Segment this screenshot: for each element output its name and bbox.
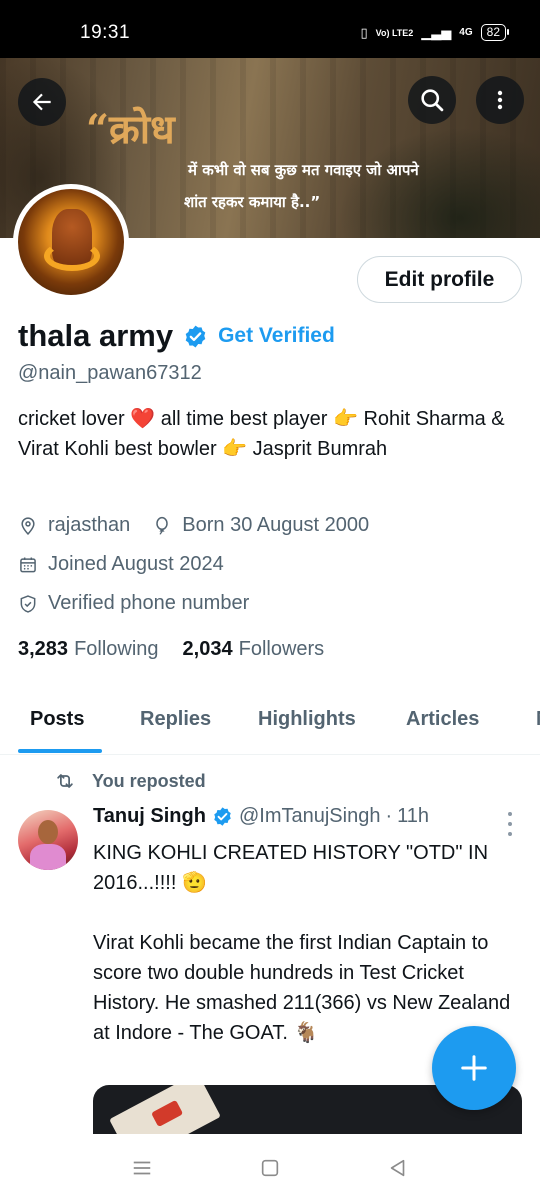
tab-media[interactable]: M — [536, 708, 540, 731]
tab-highlights[interactable]: Highlights — [258, 708, 356, 731]
post-author-avatar[interactable] — [18, 810, 78, 870]
following-count: 3,283 — [18, 638, 69, 660]
avatar-garland — [44, 241, 100, 271]
meta-row-1: rajasthan Born 30 August 2000 — [18, 514, 391, 537]
balloon-icon — [156, 516, 169, 534]
search-icon — [421, 89, 444, 112]
joined-item: Joined August 2024 — [18, 553, 224, 576]
network-type-label: 4G — [459, 27, 473, 38]
tab-replies[interactable]: Replies — [140, 708, 211, 731]
search-button[interactable] — [408, 76, 456, 124]
status-time: 19:31 — [80, 22, 131, 43]
more-options-button[interactable] — [476, 76, 524, 124]
meta-row-2: Joined August 2024 — [18, 553, 246, 576]
profile-tabs: Posts Replies Highlights Articles M — [0, 690, 540, 755]
follow-stats: 3,283 Following 2,034 Followers — [18, 638, 348, 661]
birthday-item: Born 30 August 2000 — [152, 514, 369, 537]
followers-link[interactable]: 2,034 Followers — [183, 638, 325, 661]
followers-count: 2,034 — [182, 638, 233, 660]
square-icon — [261, 1159, 279, 1177]
display-name: thala army — [18, 318, 174, 353]
calendar-icon — [20, 557, 36, 572]
tab-posts[interactable]: Posts — [30, 708, 84, 731]
triangle-back-icon — [390, 1159, 405, 1177]
avatar-face — [38, 820, 58, 844]
location-item: rajasthan — [18, 514, 130, 537]
banner-quote-line-2: शांत रहकर कमाया है..” — [184, 193, 321, 211]
following-link[interactable]: 3,283 Following — [18, 638, 159, 661]
name-row: thala army Get Verified — [18, 316, 335, 356]
verified-badge-icon — [185, 325, 206, 347]
post-author-handle[interactable]: @ImTanujSingh — [239, 805, 380, 828]
post-text: KING KOHLI CREATED HISTORY "OTD" IN 2016… — [93, 842, 511, 1044]
back-button[interactable] — [18, 78, 66, 126]
system-nav-bar — [0, 1134, 540, 1200]
following-label: Following — [74, 638, 159, 660]
profile-handle: @nain_pawan67312 — [18, 362, 202, 384]
verified-badge-icon — [214, 807, 231, 826]
location-pin-icon — [21, 516, 35, 535]
status-bar: 19:31 ▯ Vo) LTE2 ▁▃▅ 4G 82 — [0, 0, 540, 58]
signal-bars-icon: ▁▃▅ — [421, 24, 452, 40]
verified-phone-text: Verified phone number — [48, 592, 250, 614]
active-tab-indicator — [18, 749, 102, 753]
vibrate-icon: ▯ — [360, 24, 368, 40]
post-more-icon[interactable] — [500, 812, 520, 836]
banner-quote-line-1: में कभी वो सब कुछ मत गवाइए जो आपने — [188, 161, 419, 179]
back-nav-button[interactable] — [384, 1154, 412, 1182]
repost-label: You reposted — [92, 770, 206, 791]
status-icons: ▯ Vo) LTE2 ▁▃▅ 4G 82 — [360, 24, 510, 41]
post-author-name[interactable]: Tanuj Singh — [93, 805, 206, 828]
post-header: Tanuj Singh @ImTanujSingh · 11h — [93, 805, 429, 828]
repost-indicator: You reposted — [54, 770, 206, 792]
banner-title: “क्रोध — [86, 106, 175, 153]
followers-label: Followers — [238, 638, 325, 660]
get-verified-link[interactable]: Get Verified — [218, 324, 335, 348]
profile-avatar[interactable] — [13, 184, 129, 300]
menu-lines-icon — [133, 1161, 151, 1175]
compose-post-button[interactable] — [432, 1026, 516, 1110]
joined-text: Joined August 2024 — [48, 553, 224, 575]
birthday-text: Born 30 August 2000 — [182, 514, 370, 536]
shield-check-icon — [20, 594, 36, 613]
avatar-body — [30, 844, 66, 870]
plus-icon — [461, 1055, 487, 1081]
tab-articles[interactable]: Articles — [406, 708, 479, 731]
profile-bio: cricket lover ❤️ all time best player 👉 … — [18, 408, 505, 460]
verified-phone-item[interactable]: Verified phone number — [18, 592, 249, 615]
post-timestamp[interactable]: 11h — [397, 805, 429, 828]
meta-row-3: Verified phone number — [18, 592, 271, 615]
home-button[interactable] — [256, 1154, 284, 1182]
volte-label: Vo) LTE2 — [375, 27, 414, 38]
more-vertical-icon — [497, 90, 503, 110]
edit-profile-button[interactable]: Edit profile — [357, 256, 522, 303]
post-separator: · — [385, 805, 393, 827]
arrow-left-icon — [32, 93, 51, 111]
location-text: rajasthan — [48, 514, 131, 536]
repost-icon — [57, 774, 73, 788]
battery-indicator: 82 — [480, 24, 510, 41]
recent-apps-button[interactable] — [128, 1154, 156, 1182]
